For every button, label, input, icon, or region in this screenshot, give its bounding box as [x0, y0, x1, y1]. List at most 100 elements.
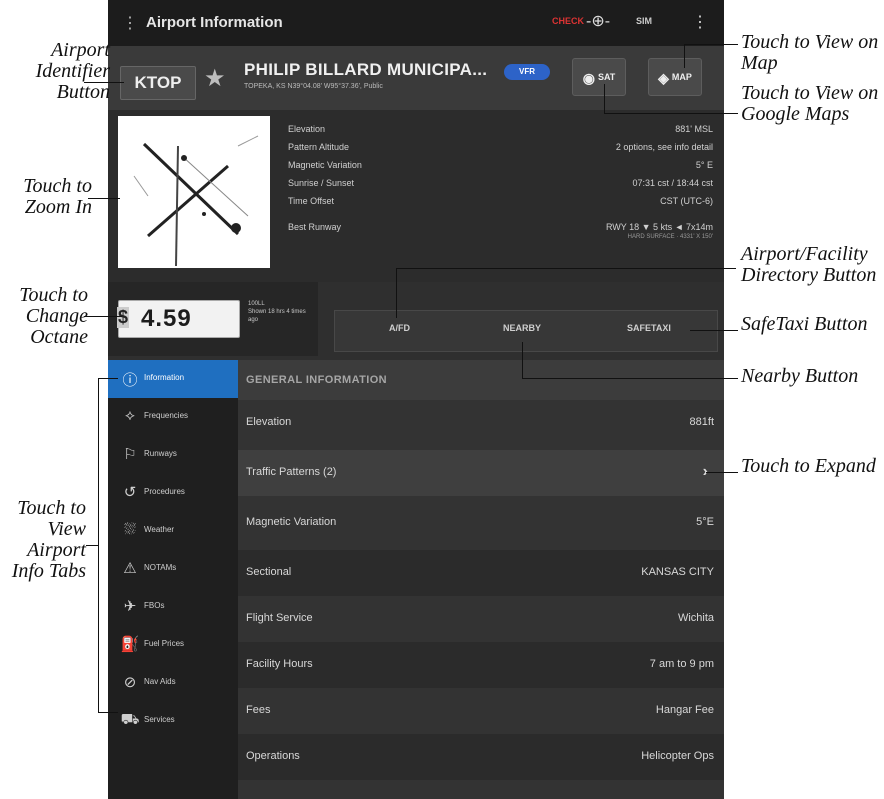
detail-label: Pattern Altitude: [288, 142, 350, 152]
row-traffic-patterns[interactable]: Traffic Patterns (2)›: [238, 450, 724, 496]
row-value: 881ft: [689, 416, 714, 428]
callout-airport-identifier: Airport Identifier Button: [35, 39, 110, 103]
more-vert-icon[interactable]: ⋮: [692, 12, 708, 32]
row-label: Magnetic Variation: [246, 516, 337, 528]
row-label: Elevation: [246, 416, 292, 428]
tab-label: FBOs: [144, 601, 165, 610]
detail-label: Magnetic Variation: [288, 160, 362, 170]
tab-label: Fuel Prices: [144, 639, 185, 648]
menu-icon[interactable]: ⋮: [122, 13, 138, 33]
row-flight-service: Flight Service Wichita: [238, 596, 724, 642]
fuel-detail: Shown 18 hrs 4 times ago: [248, 309, 306, 323]
tab-frequencies[interactable]: ⟡ Frequencies: [108, 398, 238, 436]
bracket-line: [98, 378, 99, 712]
leader-line: [604, 113, 738, 114]
favorite-star-icon[interactable]: ★: [204, 64, 226, 93]
fuel-type: 100LL: [248, 301, 265, 307]
map-label: MAP: [671, 72, 692, 82]
row-value: Hangar Fee: [655, 704, 714, 716]
row-fees: Fees Hangar Fee: [238, 688, 724, 734]
row-magnetic-variation: Magnetic Variation 5°E: [238, 500, 724, 546]
bracket-tick: [98, 378, 118, 379]
detail-label: Time Offset: [288, 196, 335, 206]
leader-line: [706, 472, 738, 473]
airport-name: PHILIP BILLARD MUNICIPA...: [244, 60, 488, 79]
row-label: Facility Hours: [246, 658, 313, 670]
fuel-panel: $ 4.59 100LL Shown 18 hrs 4 times ago: [108, 282, 318, 356]
nearby-button[interactable]: NEARBY: [503, 323, 541, 333]
general-information-panel: GENERAL INFORMATION Elevation 881ft Traff…: [238, 360, 724, 799]
leader-line: [86, 545, 98, 546]
app-title: Airport Information: [146, 14, 283, 31]
airport-header: KTOP ★ PHILIP BILLARD MUNICIPA... TOPEKA…: [108, 46, 724, 110]
section-heading: GENERAL INFORMATION: [238, 360, 724, 400]
tab-label: Frequencies: [144, 411, 189, 420]
leader-line: [522, 378, 738, 379]
afd-button[interactable]: A/FD: [389, 323, 410, 333]
detail-value: RWY 18 ▼ 5 kts ◄ 7x14m: [605, 222, 713, 232]
row-label: Fees: [246, 704, 271, 716]
callout-expand: Touch to Expand: [741, 455, 876, 477]
tab-label: Procedures: [144, 487, 185, 496]
row-label: Sectional: [246, 566, 292, 578]
airport-diagram[interactable]: [118, 116, 270, 268]
weather-icon: ⛆: [123, 521, 136, 538]
tab-nav-aids[interactable]: ⊘ Nav Aids: [108, 664, 238, 702]
leader-line: [684, 44, 685, 68]
detail-sub: HARD SURFACE · 4331' X 150': [627, 234, 713, 240]
procedure-icon: ↺: [123, 484, 137, 501]
map-button[interactable]: ◈ MAP: [648, 58, 702, 96]
callout-afd: Airport/Facility Directory Button: [741, 243, 877, 286]
tab-fuel-prices[interactable]: ⛽ Fuel Prices: [108, 626, 238, 664]
gps-icon[interactable]: -⊕-: [586, 11, 610, 31]
leader-line: [522, 342, 523, 379]
satellite-button[interactable]: ◉ SAT: [572, 58, 626, 96]
detail-value: 2 options, see info detail: [615, 142, 713, 152]
leader-line: [604, 84, 605, 114]
tab-procedures[interactable]: ↺ Procedures: [108, 474, 238, 512]
row-operations: Operations Helicopter Ops: [238, 734, 724, 780]
info-tabs: ⓘ Information ⟡ Frequencies ⚐ Runways ↺ Proc…: [108, 360, 238, 799]
tab-label: Runways: [144, 449, 177, 458]
airport-identifier-button[interactable]: KTOP: [120, 66, 196, 100]
tab-services[interactable]: ⛟ Services: [108, 702, 238, 740]
callout-zoom: Touch to Zoom In: [23, 175, 92, 218]
detail-label: Elevation: [288, 124, 326, 134]
row-value: Helicopter Ops: [641, 750, 714, 762]
warning-icon: ⚠: [123, 560, 137, 577]
tab-runways[interactable]: ⚐ Runways: [108, 436, 238, 474]
tab-fbos[interactable]: ✈ FBOs: [108, 588, 238, 626]
callout-octane: Touch to Change Octane: [19, 284, 88, 348]
row-value: 7 am to 9 pm: [649, 658, 714, 670]
tab-information[interactable]: ⓘ Information: [108, 360, 238, 398]
callout-nearby: Nearby Button: [741, 365, 859, 387]
tab-label: NOTAMs: [144, 563, 177, 572]
section-heading-text: GENERAL INFORMATION: [246, 374, 388, 386]
leader-line: [690, 330, 738, 331]
row-value: Wichita: [677, 612, 714, 624]
compass-icon: ⊘: [123, 674, 137, 691]
callout-google-maps: Touch to View on Google Maps: [741, 82, 879, 125]
fuel-price-button[interactable]: $ 4.59: [117, 300, 240, 338]
tab-label: Services: [144, 715, 175, 724]
row-label: Traffic Patterns (2): [246, 466, 337, 478]
alert-status[interactable]: CHECK: [552, 16, 584, 26]
bracket-tick: [98, 712, 118, 713]
leader-line: [396, 268, 397, 318]
row-value: KANSAS CITY: [641, 566, 714, 578]
tab-notams[interactable]: ⚠ NOTAMs: [108, 550, 238, 588]
callout-view-tabs: Touch to View Airport Info Tabs: [11, 497, 86, 582]
plane-icon: ✈: [123, 598, 137, 615]
currency-symbol: $: [117, 307, 129, 328]
weather-badge[interactable]: VFR: [504, 64, 550, 80]
fuel-info: 100LL Shown 18 hrs 4 times ago: [248, 300, 308, 324]
leader-line: [84, 82, 124, 83]
tab-label: Nav Aids: [144, 677, 176, 686]
airport-location: TOPEKA, KS N39°04.08' W95°37.36', Public: [244, 83, 383, 90]
row-elevation: Elevation 881ft: [238, 400, 724, 446]
sim-status[interactable]: SIM: [636, 16, 652, 26]
safetaxi-button[interactable]: SAFETAXI: [627, 323, 671, 333]
tab-weather[interactable]: ⛆ Weather: [108, 512, 238, 550]
leader-line: [84, 316, 122, 317]
detail-label: Best Runway: [288, 222, 342, 232]
